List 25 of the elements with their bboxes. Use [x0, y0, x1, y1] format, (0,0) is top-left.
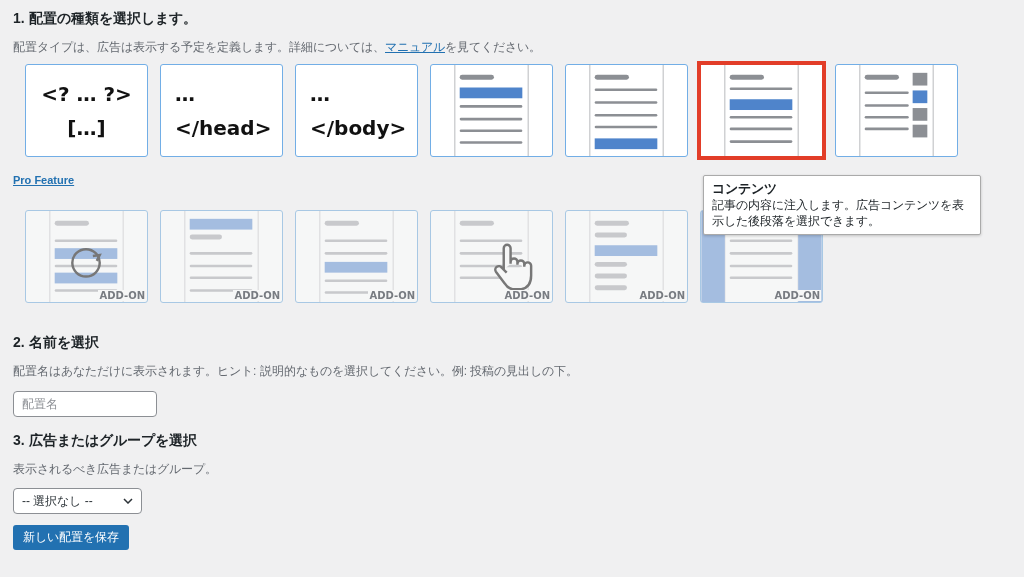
addon-placement-option[interactable]: ADD-ON	[160, 210, 283, 303]
description: 表示されるべき広告またはグループ。	[13, 461, 218, 477]
section-heading: 1. 配置の種類を選択します。	[13, 9, 198, 28]
placement-option[interactable]	[700, 64, 823, 157]
placement-option[interactable]: … </head>	[160, 64, 283, 157]
manual-link[interactable]: マニュアル	[385, 40, 445, 54]
save-button[interactable]: 新しい配置を保存	[13, 525, 129, 550]
section-heading: 3. 広告またはグループを選択	[13, 431, 198, 450]
addon-placement-option[interactable]: ADD-ON	[430, 210, 553, 303]
placement-name-field[interactable]: 配置名	[13, 391, 157, 417]
placement-option[interactable]: <? … ?> […]	[25, 64, 148, 157]
placement-option[interactable]	[430, 64, 553, 157]
ad-group-dropdown[interactable]: -- 選択なし --	[13, 488, 142, 514]
addon-placement-option[interactable]: ADD-ON	[295, 210, 418, 303]
addon-placement-option[interactable]: ADD-ON	[25, 210, 148, 303]
description: 配置タイプは、広告は表示する予定を定義します。詳細については、マニュアルを見てください。	[13, 39, 542, 55]
tooltip-title: コンテンツ	[712, 181, 778, 197]
placement-option[interactable]: … </body>	[295, 64, 418, 157]
chevron-down-icon	[123, 498, 133, 504]
addon-placement-option[interactable]: ADD-ON	[565, 210, 688, 303]
placement-option[interactable]	[835, 64, 958, 157]
description: 配置名はあなただけに表示されます。ヒント: 説明的なものを選択してください。例: 投稿の見出しの下。	[13, 363, 580, 379]
section-heading: 2. 名前を選択	[13, 333, 100, 352]
pro-feature-link[interactable]: Pro Feature	[13, 174, 75, 186]
placement-option[interactable]	[565, 64, 688, 157]
